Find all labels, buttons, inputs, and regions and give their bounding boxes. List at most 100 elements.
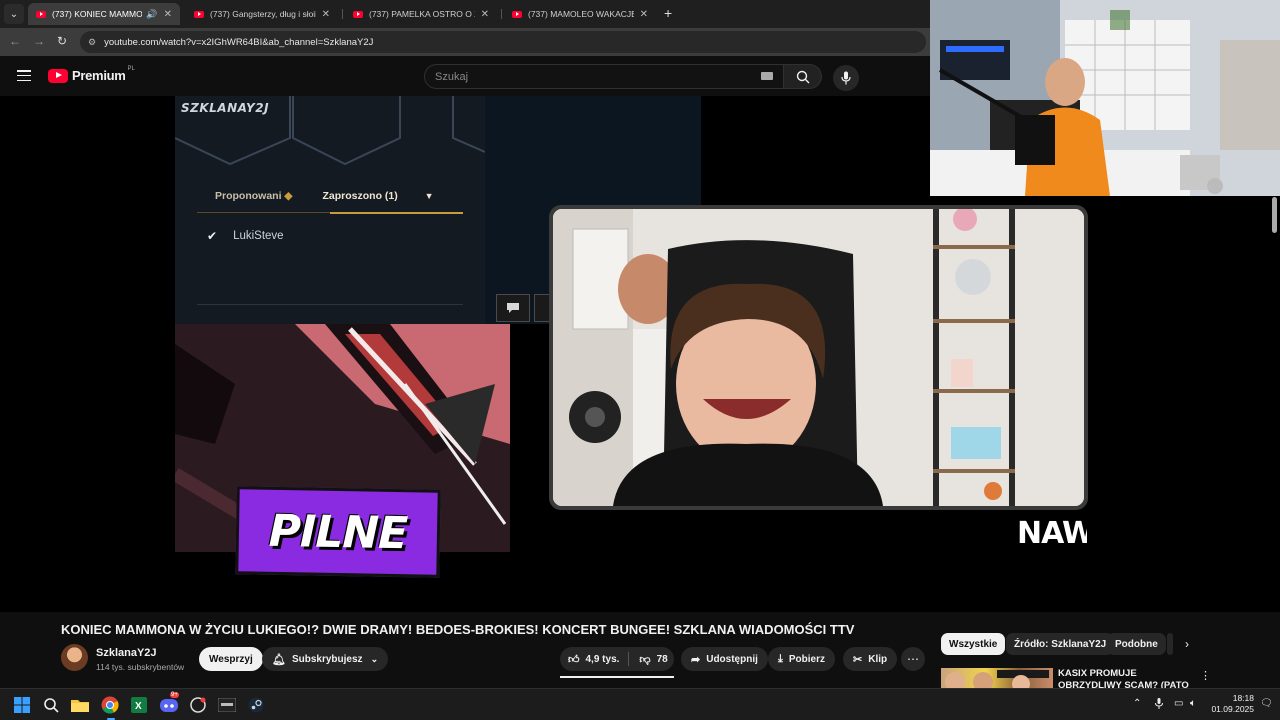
close-icon[interactable]: ✕ — [481, 9, 489, 20]
guest-webcam-image — [553, 209, 1084, 506]
tab-suggested: Proponowani ◆ — [215, 190, 293, 202]
like-dislike-group: 👍︎ 4,9 tys. 👎︎ 78 — [560, 647, 674, 671]
more-actions-button[interactable]: ⋯ — [901, 647, 925, 671]
chip-overflow[interactable] — [1167, 633, 1173, 655]
search-icon[interactable] — [41, 695, 61, 715]
tab-title: (737) KONIEC MAMMONA W ŻYCIU LUKIEGO — [52, 9, 143, 19]
microphone-icon — [841, 71, 851, 85]
clock-time: 18:18 — [1232, 693, 1254, 703]
close-icon[interactable]: ✕ — [164, 9, 172, 20]
subscribed-label: Subskrybujesz — [291, 653, 363, 665]
browser-tab-2[interactable]: (737) Gangsterzy, dług i słoik ogórków ✕ — [186, 3, 338, 25]
subscribed-button[interactable]: 🔔︎ Subskrybujesz ⌄ — [262, 647, 389, 671]
streamer-webcam-overlay — [930, 0, 1280, 196]
microphone-icon[interactable] — [1155, 698, 1163, 712]
chevron-down-icon: ⌄ — [370, 653, 379, 664]
app-icon[interactable] — [188, 695, 208, 715]
share-button[interactable]: ➦ Udostępnij — [681, 647, 768, 671]
tab-invited: Zaproszono (1) ▼ — [322, 190, 434, 202]
search-button[interactable] — [784, 64, 822, 89]
tab-title: (737) PAMELKA OSTRO O XAYOO — [369, 9, 475, 19]
thumbs-up-icon[interactable]: 👍︎ — [568, 653, 580, 666]
dislike-count[interactable]: 78 — [657, 654, 668, 665]
file-explorer-icon[interactable] — [70, 695, 90, 715]
logo-text: Premium — [72, 68, 126, 83]
youtube-favicon-icon — [194, 10, 204, 18]
volume-icon[interactable]: 🔈︎ — [1190, 698, 1196, 709]
panel-divider — [197, 304, 463, 305]
download-button[interactable]: ⤓ Pobierz — [768, 647, 835, 671]
thumbs-down-icon[interactable]: 👎︎ — [639, 653, 650, 666]
tab-title: (737) Gangsterzy, dług i słoik ogórków — [210, 9, 316, 19]
search-placeholder: Szukaj — [435, 70, 469, 83]
recommendation-title[interactable]: KASIX PROMUJE OBRZYDLIWY SCAM? (PATO POM… — [1058, 668, 1198, 688]
keyboard-icon[interactable] — [761, 72, 773, 80]
tab-separator — [501, 9, 502, 19]
plus-icon[interactable]: + — [664, 5, 672, 21]
close-icon[interactable]: ✕ — [322, 9, 330, 20]
join-label: Wesprzyj — [209, 653, 253, 665]
lobby-tabs: Proponowani ◆ Zaproszono (1) ▼ — [215, 190, 434, 202]
steam-icon[interactable] — [246, 695, 266, 715]
chip-all[interactable]: Wszystkie — [941, 633, 1006, 655]
youtube-favicon-icon — [512, 10, 522, 18]
subscriber-count: 114 tys. subskrybentów — [96, 662, 185, 672]
pilne-sticker: PILNE — [235, 486, 441, 578]
more-vertical-icon[interactable]: ⋮ — [1200, 669, 1211, 682]
scissors-icon: ✂ — [853, 653, 863, 666]
chip-related[interactable]: Podobne — [1107, 633, 1166, 655]
network-icon[interactable]: ▭ — [1174, 698, 1183, 709]
clip-button[interactable]: ✂ Klip — [843, 647, 898, 671]
youtube-play-icon — [48, 68, 68, 83]
forward-arrow-icon[interactable]: → — [33, 34, 45, 48]
browser-tab-4[interactable]: (737) MAMOLEO WAKACJE NA MALEDIWACH ✕ — [504, 3, 656, 25]
address-bar[interactable]: ⚙ youtube.com/watch?v=x2IGhWR64BI&ab_cha… — [80, 31, 926, 53]
chevron-right-icon[interactable]: › — [1185, 637, 1189, 651]
share-icon: ➦ — [691, 653, 701, 666]
checkmark-icon: ✔ — [207, 229, 218, 243]
download-label: Pobierz — [788, 653, 825, 665]
like-underline — [560, 676, 674, 678]
windows-start-icon[interactable] — [12, 695, 32, 715]
browser-tab-1[interactable]: (737) KONIEC MAMMONA W ŻYCIU LUKIEGO 🔊 ✕ — [28, 3, 180, 25]
chevron-up-icon[interactable]: ⌃ — [1133, 698, 1141, 709]
windows-taskbar: X 9+ ⌃ ▭ 🔈︎ 18:18 01.09.2025 🗨︎ — [0, 688, 1280, 720]
tab-title: (737) MAMOLEO WAKACJE NA MALEDIWACH — [528, 9, 634, 19]
svg-text:X: X — [135, 701, 142, 712]
youtube-favicon-icon — [353, 10, 363, 18]
video-title: KONIEC MAMMONA W ŻYCIU LUKIEGO!? DWIE DR… — [61, 622, 855, 637]
close-icon[interactable]: ✕ — [640, 9, 648, 20]
friend-name: LukiSteve — [233, 230, 284, 242]
search-input[interactable]: Szukaj — [424, 64, 784, 89]
system-clock[interactable]: 18:18 01.09.2025 — [1208, 693, 1254, 715]
channel-name[interactable]: SzklanaY2J — [96, 647, 157, 659]
excel-icon[interactable]: X — [129, 695, 149, 715]
menu-icon[interactable] — [17, 70, 31, 81]
invited-friend-row: ✔ LukiSteve — [207, 229, 284, 243]
join-button[interactable]: Wesprzyj — [199, 647, 263, 671]
bell-icon: 🔔︎ — [272, 653, 286, 666]
share-label: Udostępnij — [706, 653, 758, 665]
tab-separator — [342, 9, 343, 19]
clip-label: Klip — [868, 653, 888, 665]
youtube-favicon-icon — [36, 10, 46, 18]
recommendation-thumbnail[interactable] — [941, 668, 1053, 688]
download-icon: ⤓ — [778, 652, 783, 665]
voice-search-button[interactable] — [833, 65, 859, 91]
reload-icon[interactable]: ↻ — [57, 34, 67, 48]
browser-tab-3[interactable]: (737) PAMELKA OSTRO O XAYOO ✕ — [345, 3, 497, 25]
youtube-logo[interactable]: Premium PL — [48, 66, 135, 83]
chip-from-channel[interactable]: Źródło: SzklanaY2J — [1006, 633, 1115, 655]
discord-icon[interactable]: 9+ — [159, 692, 179, 715]
chrome-icon[interactable] — [100, 695, 120, 715]
site-info-icon[interactable]: ⚙ — [88, 37, 96, 48]
chevron-down-icon[interactable]: ⌄ — [4, 4, 24, 24]
app-icon[interactable] — [217, 695, 237, 715]
scrollbar-thumb[interactable] — [1272, 197, 1277, 233]
notification-icon[interactable]: 🗨︎ — [1260, 698, 1273, 709]
back-arrow-icon[interactable]: ← — [9, 34, 21, 48]
like-count[interactable]: 4,9 tys. — [586, 654, 620, 665]
url-text: youtube.com/watch?v=x2IGhWR64BI&ab_chann… — [104, 36, 374, 48]
avatar[interactable] — [61, 644, 88, 671]
speaker-icon[interactable]: 🔊 — [146, 9, 157, 20]
